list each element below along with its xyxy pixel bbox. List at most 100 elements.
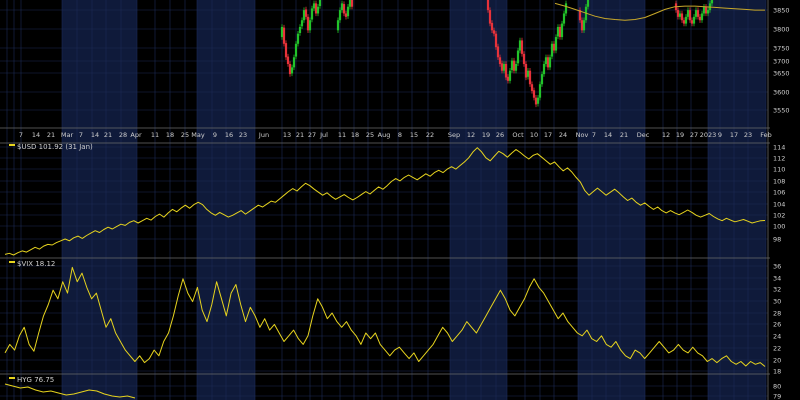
x-axis-label: 17 bbox=[730, 131, 738, 139]
y-axis-tick-label: 3600 bbox=[773, 89, 790, 97]
y-axis-tick-label: 98 bbox=[773, 236, 781, 244]
candle-body bbox=[552, 43, 556, 51]
y-axis-tick-label: 3700 bbox=[773, 58, 790, 66]
x-axis-label: 27 bbox=[690, 131, 698, 139]
x-axis-label: 11 bbox=[338, 131, 346, 139]
candle-body bbox=[550, 43, 554, 57]
x-axis-label: 27 bbox=[308, 131, 316, 139]
candle-body bbox=[490, 22, 494, 31]
y-axis-tick-label: 3650 bbox=[773, 70, 790, 78]
legend-swatch bbox=[9, 377, 15, 379]
candle-body bbox=[492, 30, 496, 34]
x-axis-label: 14 bbox=[604, 131, 612, 139]
candle-body bbox=[682, 20, 686, 24]
x-axis-label: 14 bbox=[32, 131, 40, 139]
y-axis-tick-label: 34 bbox=[773, 275, 781, 283]
candle-body bbox=[690, 20, 694, 24]
y-axis-tick-label: 80 bbox=[773, 383, 781, 391]
candle-body bbox=[504, 64, 508, 78]
candle-body bbox=[562, 13, 566, 24]
candle-body bbox=[534, 97, 538, 105]
y-axis-tick-label: 110 bbox=[773, 166, 785, 174]
candle-body bbox=[536, 97, 540, 104]
y-axis-tick-label: 112 bbox=[773, 155, 785, 163]
candle-body bbox=[696, 10, 700, 17]
candle-body bbox=[350, 0, 354, 7]
candle-body bbox=[528, 70, 532, 85]
x-axis-label: 17 bbox=[544, 131, 552, 139]
x-axis-label: 7 bbox=[79, 131, 83, 139]
month-band-3 bbox=[578, 0, 645, 400]
y-axis-tick-label: 28 bbox=[773, 310, 781, 318]
x-axis-label: 24 bbox=[559, 131, 567, 139]
candle-body bbox=[304, 9, 308, 17]
x-axis-label: 14 bbox=[91, 131, 99, 139]
candle-body bbox=[558, 26, 562, 38]
candle-body bbox=[684, 16, 688, 24]
x-axis-label: 19 bbox=[676, 131, 684, 139]
candle-body bbox=[308, 20, 312, 31]
x-axis-label: Oct bbox=[512, 131, 524, 139]
x-axis-label: 21 bbox=[620, 131, 628, 139]
candle-body bbox=[488, 10, 492, 24]
x-axis-label: 11 bbox=[151, 131, 159, 139]
y-axis-tick-label: 114 bbox=[773, 144, 785, 152]
x-axis-label: Jul bbox=[319, 131, 328, 139]
x-axis-label: 13 bbox=[283, 131, 291, 139]
candle-body bbox=[290, 67, 294, 74]
candle-body bbox=[486, 0, 490, 11]
y-axis-tick-label: 24 bbox=[773, 333, 781, 341]
candle-body bbox=[502, 64, 506, 71]
candle-body bbox=[680, 13, 684, 21]
candle-body bbox=[546, 57, 550, 68]
x-axis-label: 12 bbox=[467, 131, 475, 139]
candle-body bbox=[286, 56, 290, 64]
candle-body bbox=[532, 90, 536, 98]
candle-body bbox=[318, 0, 322, 7]
month-band-4 bbox=[708, 0, 766, 400]
candle-body bbox=[312, 3, 316, 9]
x-axis-label: 18 bbox=[166, 131, 174, 139]
candle-body bbox=[700, 13, 704, 21]
candle-body bbox=[314, 3, 318, 14]
candle-body bbox=[522, 53, 526, 64]
legend-swatch bbox=[9, 261, 15, 263]
y-axis-tick-label: 30 bbox=[773, 298, 781, 306]
y-axis-tick-label: 22 bbox=[773, 345, 781, 353]
candle-body bbox=[316, 6, 320, 14]
candle-body bbox=[540, 74, 544, 85]
y-axis-tick-label: 32 bbox=[773, 286, 781, 294]
x-axis-label: 28 bbox=[119, 131, 127, 139]
candle-body bbox=[694, 10, 698, 17]
candle-body bbox=[560, 23, 564, 38]
candle-body bbox=[310, 8, 314, 20]
candle-body bbox=[496, 46, 500, 58]
candle-body bbox=[300, 20, 304, 27]
y-axis-tick-label: 100 bbox=[773, 223, 785, 231]
y-axis-tick-label: 18 bbox=[773, 368, 781, 376]
candle-body bbox=[292, 57, 296, 68]
candle-body bbox=[554, 37, 558, 51]
candle-body bbox=[702, 6, 706, 14]
x-axis-label: Feb bbox=[760, 131, 772, 139]
x-axis-label: 25 bbox=[366, 131, 374, 139]
x-axis-label: Apr bbox=[130, 131, 142, 139]
x-axis-label: 18 bbox=[351, 131, 359, 139]
candle-body bbox=[280, 26, 284, 38]
candle-body bbox=[338, 10, 342, 21]
candle-body bbox=[676, 10, 680, 17]
x-axis-label: 10 bbox=[530, 131, 538, 139]
candle-body bbox=[704, 6, 708, 14]
x-axis-label: 21 bbox=[296, 131, 304, 139]
candle-body bbox=[296, 33, 300, 44]
candle-body bbox=[678, 13, 682, 17]
x-axis-label: Jun bbox=[258, 131, 269, 139]
y-axis-tick-label: 3750 bbox=[773, 45, 790, 53]
candle-body bbox=[530, 84, 534, 91]
candle-body bbox=[516, 50, 520, 64]
candle-body bbox=[298, 26, 302, 34]
candle-body bbox=[510, 60, 514, 71]
candle-body bbox=[306, 16, 310, 31]
x-axis-label: Mar bbox=[61, 131, 74, 139]
candle-body bbox=[498, 57, 502, 64]
